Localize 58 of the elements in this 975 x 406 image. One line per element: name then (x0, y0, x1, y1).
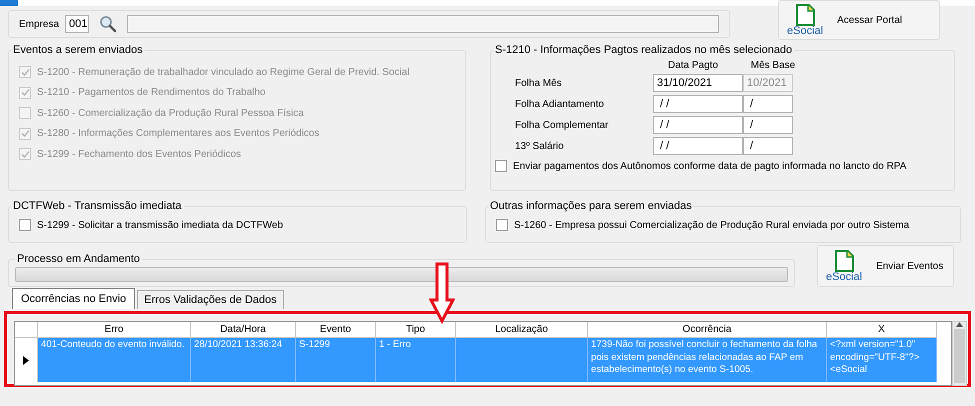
column-header[interactable]: Evento (296, 322, 376, 338)
column-header[interactable]: Ocorrência (588, 322, 827, 338)
table-cell: 28/10/2021 13:36:24 (191, 338, 296, 382)
company-code-field[interactable]: 001 (65, 15, 90, 33)
column-header[interactable]: Tipo (376, 322, 456, 338)
tab[interactable]: Ocorrências no Envio (12, 288, 136, 309)
month-field[interactable]: / (743, 137, 793, 155)
event-label: S-1260 - Comercialização da Produção Rural Pessoa Física (37, 108, 304, 118)
row-pointer-icon (23, 356, 29, 364)
column-header[interactable]: Localização (456, 322, 588, 338)
date-field[interactable]: 31/10/2021 (653, 74, 743, 92)
month-field[interactable]: / (743, 116, 793, 134)
checkbox[interactable] (496, 219, 508, 231)
column-header[interactable]: Data/Hora (191, 322, 296, 338)
access-portal-button[interactable]: eSocial Acessar Portal (778, 0, 940, 40)
checkbox[interactable] (495, 160, 507, 172)
table-cell: 1739-Não foi possível concluir o fechamento da folha pois existem pendências relacionadas ao FAP em estabelecimento(s) no evento S-1005. (588, 338, 827, 382)
esocial-logo: eSocial (787, 26, 824, 36)
option-label: S-1260 - Empresa possui Comercialização de Produção Rural enviada por outro Sistema (514, 220, 910, 230)
event-label: S-1200 - Remuneração de trabalhador vinculado ao Regime Geral de Previd. Social (37, 66, 410, 78)
row-label: Folha Mês (515, 78, 563, 88)
checkbox[interactable] (19, 219, 31, 231)
document-icon (794, 4, 816, 26)
month-field[interactable]: / (743, 95, 793, 113)
group-title: Outras informações para serem enviadas (489, 200, 693, 212)
row-label: Folha Adiantamento (515, 98, 605, 110)
company-label: Empresa (19, 18, 60, 30)
option-label: Enviar pagamentos dos Autônomos conforme data de pagto informada no lancto do RPA (513, 160, 906, 172)
group-title: Eventos a serem enviados (12, 44, 144, 56)
tab[interactable]: Erros Validações de Dados (137, 290, 284, 309)
column-header[interactable]: X (827, 322, 937, 338)
date-field[interactable]: / / (653, 116, 743, 134)
scrollbar[interactable] (952, 321, 967, 386)
event-label: S-1280 - Informações Complementares aos Eventos Periódicos (37, 128, 320, 139)
event-label: S-1210 - Pagamentos de Rendimentos do Trabalho (37, 87, 266, 98)
window-corner (0, 0, 18, 6)
table-cell: 1 - Erro (376, 338, 456, 382)
column-header: Data Pagto (666, 60, 720, 71)
table-cell: S-1299 (296, 338, 376, 382)
group-title: S-1210 - Informações Pagtos realizados no mês selecionado (494, 44, 794, 56)
scroll-up-icon[interactable] (956, 322, 963, 327)
date-field[interactable]: / / (653, 95, 743, 113)
row-label: Folha Complementar (515, 120, 610, 130)
table-cell: <?xml version="1.0" encoding="UTF-8"?><eSocial (827, 338, 937, 382)
event-label: S-1299 - Fechamento dos Eventos Periódicos (37, 148, 241, 160)
option-label: S-1299 - Solicitar a transmissão imediata da DCTFWeb (37, 220, 284, 230)
date-field[interactable]: / / (653, 137, 743, 155)
group-title: DCTFWeb - Transmissão imediata (12, 200, 183, 212)
column-header: Mês Base (750, 60, 796, 71)
company-name-field[interactable] (127, 15, 719, 33)
table-cell: 401-Conteudo do evento inválido. (38, 338, 191, 382)
row-label: 13º Salário (515, 140, 565, 152)
send-events-button[interactable]: eSocial Enviar Eventos (817, 245, 954, 287)
group-title: Processo em Andamento (16, 253, 141, 265)
search-icon[interactable] (99, 15, 118, 33)
column-header[interactable]: Erro (38, 322, 191, 338)
document-icon (833, 250, 856, 272)
esocial-logo: eSocial (826, 272, 862, 282)
